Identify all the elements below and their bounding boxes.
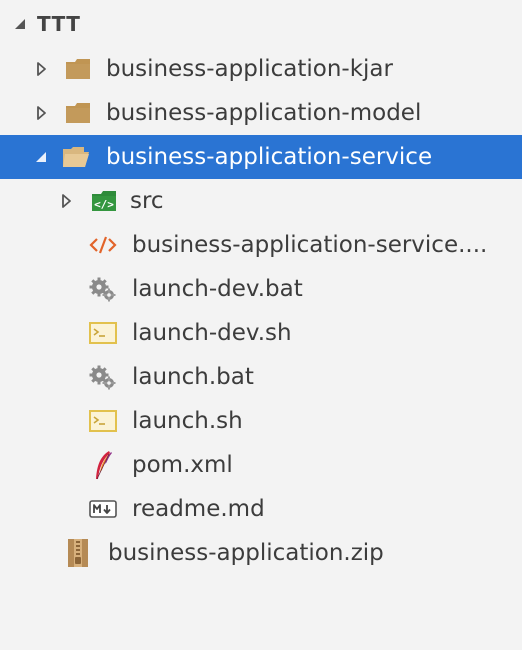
file-explorer: TTT business-application-kjar business-a… — [0, 0, 522, 650]
markdown-icon — [89, 495, 117, 523]
terminal-icon — [89, 319, 117, 347]
terminal-icon — [89, 407, 117, 435]
tree-item-label: launch-dev.sh — [132, 320, 292, 346]
chevron-right-icon[interactable] — [59, 194, 73, 208]
tree-item-label: business-application-service.... — [132, 232, 488, 258]
tree-item-business-application-model[interactable]: business-application-model — [0, 91, 522, 135]
folder-icon — [64, 55, 92, 83]
tree-item-business-application-kjar[interactable]: business-application-kjar — [0, 47, 522, 91]
maven-feather-icon — [89, 451, 117, 480]
source-folder-icon: </> — [90, 187, 118, 215]
tree-item-label: readme.md — [132, 496, 265, 522]
tree-item-launch-dev-bat[interactable]: launch-dev.bat — [0, 267, 522, 311]
explorer-root-ttt[interactable]: TTT — [0, 0, 522, 48]
tree-item-business-application-service[interactable]: business-application-service — [0, 135, 522, 179]
tree-item-label: business-application-model — [106, 100, 422, 126]
chevron-right-icon[interactable] — [34, 106, 48, 120]
gear-icon — [89, 363, 117, 391]
tree-item-readme-md[interactable]: readme.md — [0, 487, 522, 531]
tree-item-label: pom.xml — [132, 452, 233, 478]
tree-item-label: business-application-service — [106, 144, 433, 170]
tree-item-business-application-service-file[interactable]: business-application-service.... — [0, 223, 522, 267]
tree-item-label: launch.bat — [132, 364, 254, 390]
tree-item-launch-dev-sh[interactable]: launch-dev.sh — [0, 311, 522, 355]
tree-item-label: src — [130, 188, 164, 214]
tree-item-launch-sh[interactable]: launch.sh — [0, 399, 522, 443]
gear-icon — [89, 275, 117, 303]
tree-item-src[interactable]: </> src — [0, 179, 522, 223]
tree-item-label: business-application-kjar — [106, 56, 393, 82]
chevron-down-icon[interactable] — [13, 17, 27, 31]
tree-item-label: launch.sh — [132, 408, 243, 434]
tree-item-label: launch-dev.bat — [132, 276, 303, 302]
chevron-down-icon[interactable] — [34, 150, 48, 164]
tree-item-launch-bat[interactable]: launch.bat — [0, 355, 522, 399]
svg-text:</>: </> — [94, 198, 114, 211]
tree-item-pom-xml[interactable]: pom.xml — [0, 443, 522, 487]
tree-item-label: business-application.zip — [108, 540, 384, 566]
xml-code-icon — [89, 231, 117, 259]
tree-item-business-application-zip[interactable]: business-application.zip — [0, 531, 522, 575]
explorer-root-label: TTT — [37, 12, 81, 36]
folder-open-icon — [62, 143, 90, 171]
zip-archive-icon — [64, 539, 92, 567]
chevron-right-icon[interactable] — [34, 62, 48, 76]
folder-icon — [64, 99, 92, 127]
